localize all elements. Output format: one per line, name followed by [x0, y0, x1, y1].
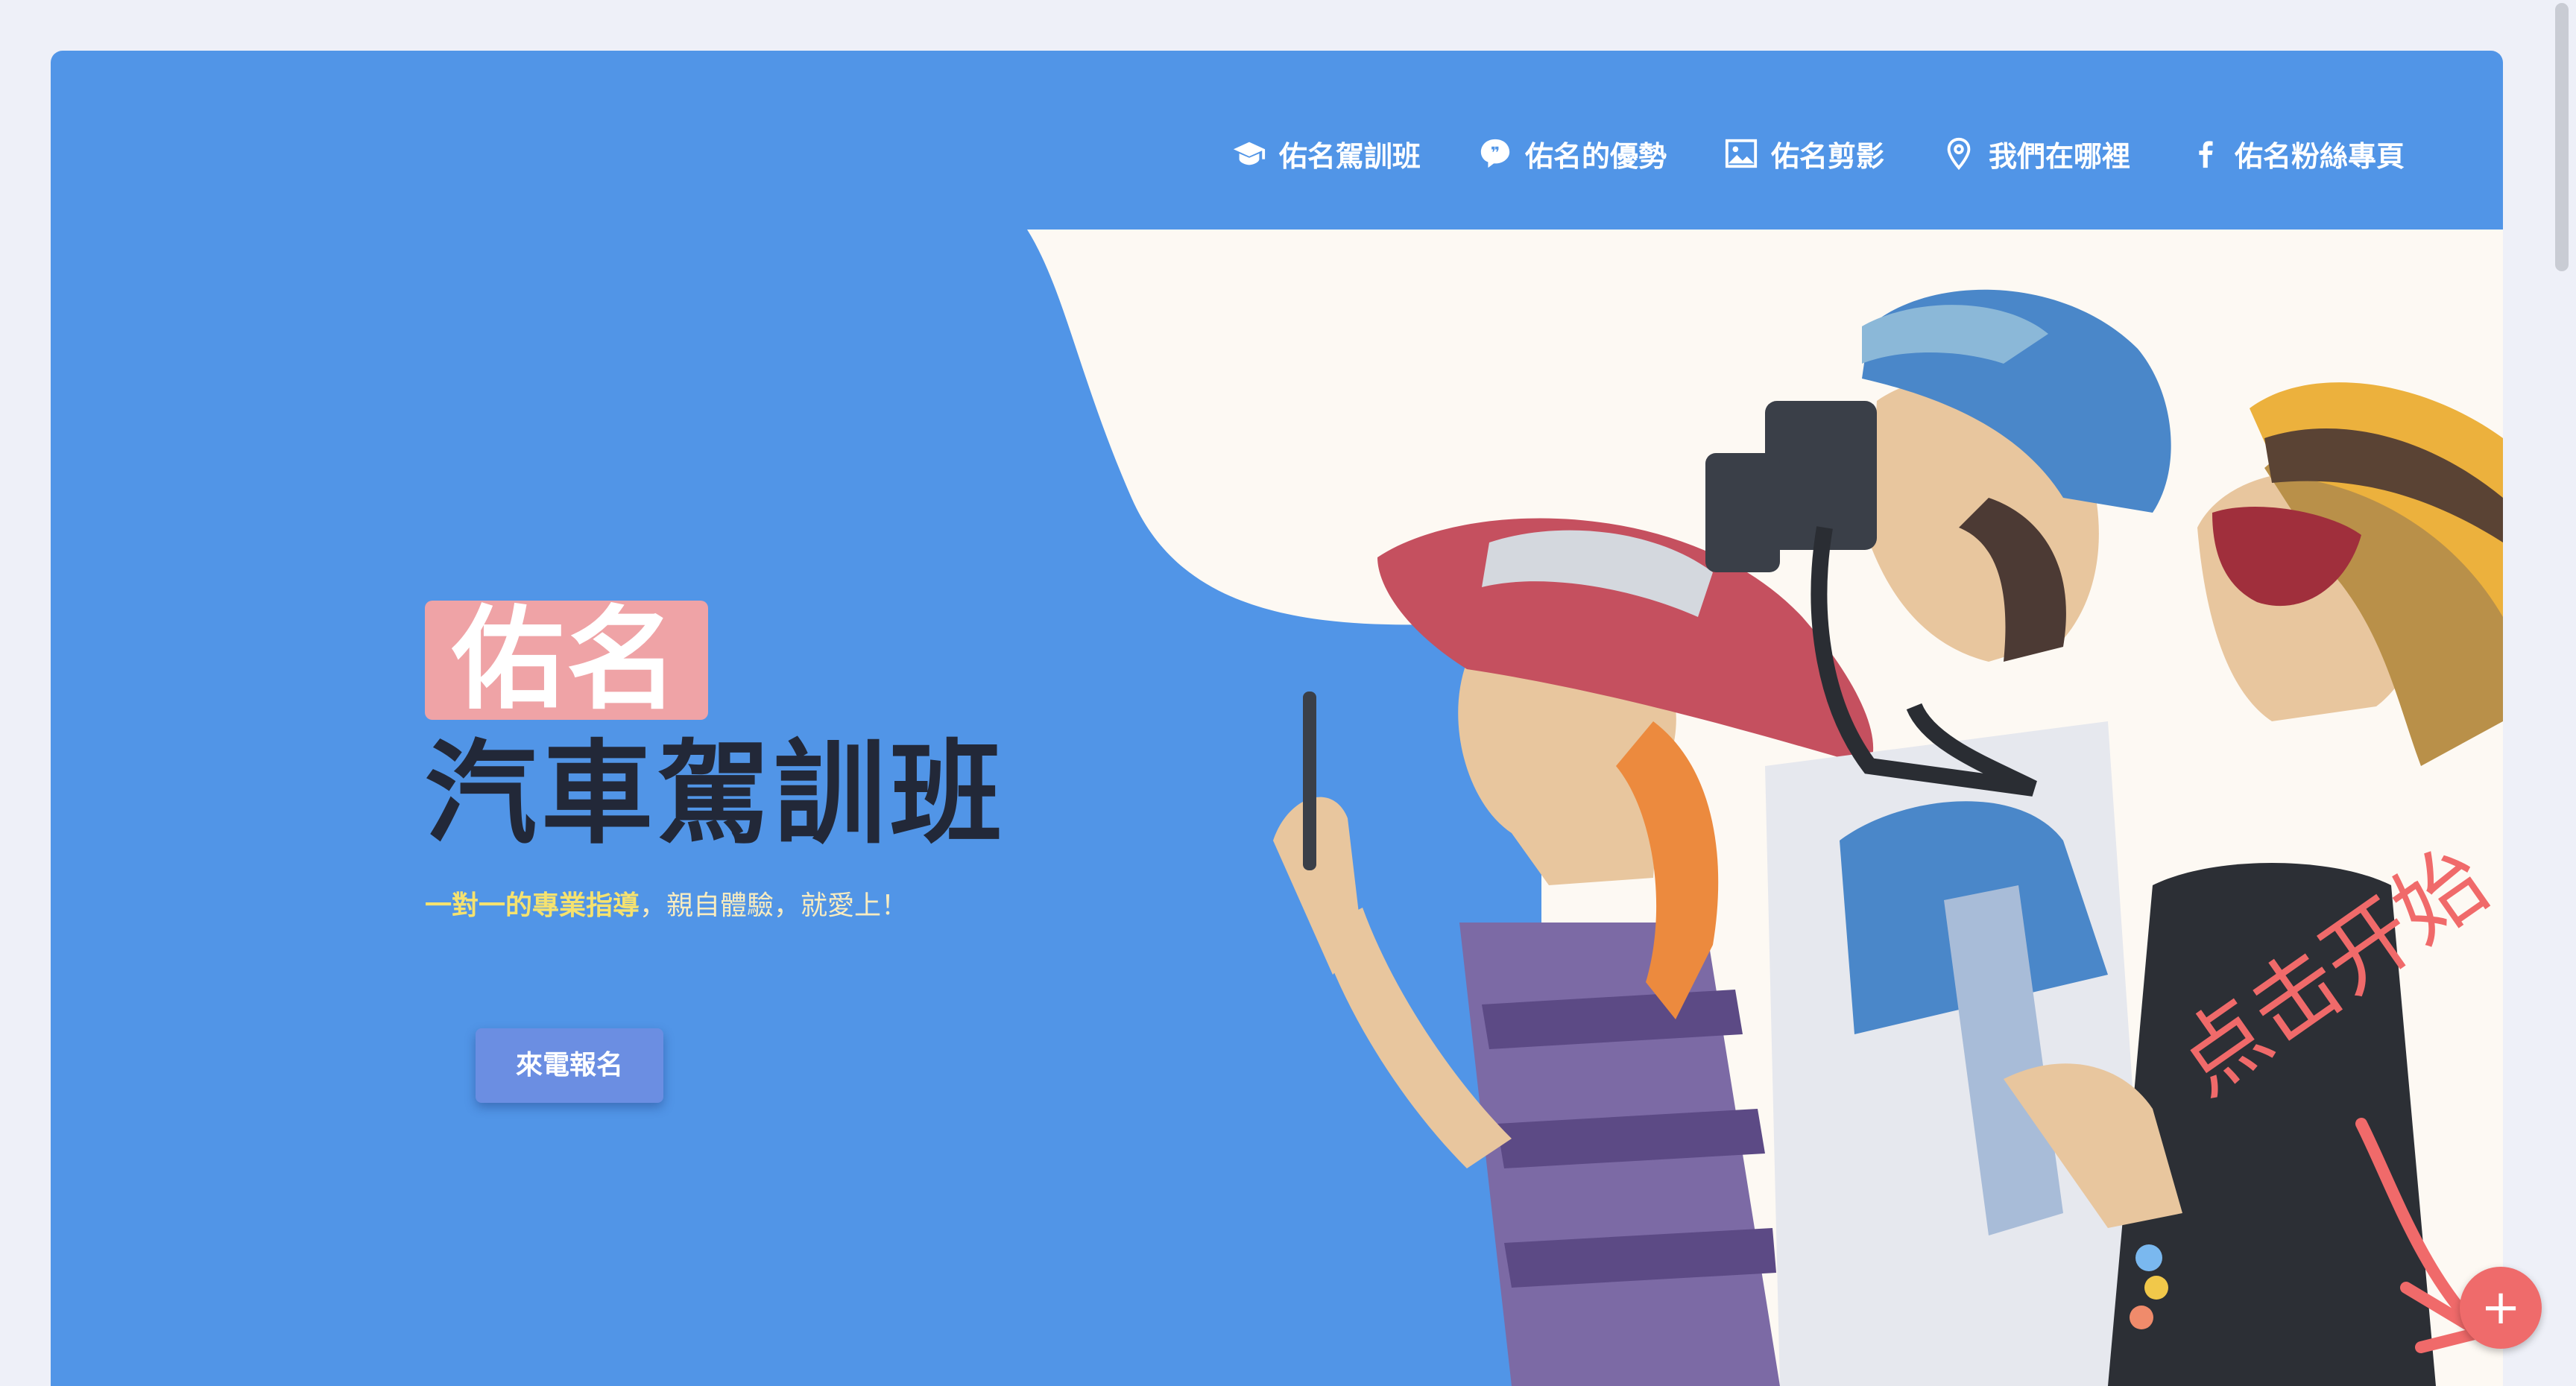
nav-item-advantages[interactable]: ❞ 佑名的優勢 [1477, 133, 1667, 174]
nav-label: 佑名粉絲專頁 [2234, 139, 2405, 173]
travelers-illustration [1027, 230, 2503, 1386]
nav-item-location[interactable]: 我們在哪裡 [1941, 133, 2130, 174]
hero-text: 佑名 汽車駕訓班 一對一的專業指導，親自體驗，就愛上！ [425, 601, 1006, 923]
facebook-icon [2187, 136, 2223, 171]
nav-label: 佑名的優勢 [1524, 139, 1667, 173]
page-title: 汽車駕訓班 [425, 730, 1007, 859]
tagline-highlight: 一對一的專業指導 [425, 890, 640, 921]
nav-label: 我們在哪裡 [1988, 139, 2130, 173]
tagline-rest: ，親自體驗，就愛上！ [640, 890, 909, 921]
nav-item-facebook-page[interactable]: 佑名粉絲專頁 [2187, 133, 2405, 174]
top-navigation: 佑名駕訓班 ❞ 佑名的優勢 佑名剪影 我們在哪裡 佑名粉絲專頁 [1231, 116, 2405, 191]
quote-bubble-icon: ❞ [1477, 136, 1513, 171]
nav-label: 佑名剪影 [1770, 139, 1884, 173]
nav-label: 佑名駕訓班 [1278, 139, 1421, 173]
svg-text:❞: ❞ [1491, 143, 1500, 162]
nav-item-gallery[interactable]: 佑名剪影 [1723, 133, 1884, 174]
graduation-cap-icon [1231, 136, 1267, 171]
brand-tag: 佑名 [425, 601, 709, 720]
call-to-register-button[interactable]: 來電報名 [476, 1028, 663, 1103]
map-pin-icon [1941, 136, 1977, 171]
scrollbar-thumb[interactable] [2555, 3, 2569, 271]
hero-section: 佑名駕訓班 ❞ 佑名的優勢 佑名剪影 我們在哪裡 佑名粉絲專頁 佑名 汽車駕訓班… [51, 51, 2503, 1386]
add-button[interactable]: + [2460, 1267, 2542, 1349]
tagline: 一對一的專業指導，親自體驗，就愛上！ [425, 884, 1006, 923]
nav-item-driving-school[interactable]: 佑名駕訓班 [1231, 133, 1421, 174]
image-icon [1723, 136, 1759, 171]
